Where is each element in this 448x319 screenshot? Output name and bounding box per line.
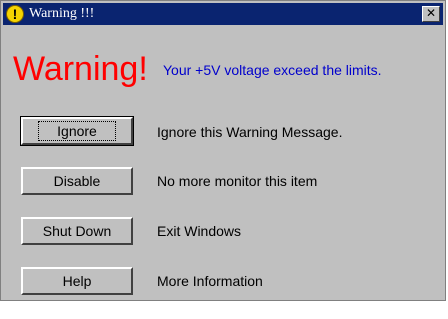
ignore-button[interactable]: Ignore	[20, 116, 134, 146]
ignore-button-label: Ignore	[38, 121, 116, 141]
close-icon[interactable]: ✕	[422, 6, 440, 22]
disable-description: No more monitor this item	[157, 173, 318, 189]
exclamation-icon: !	[6, 5, 24, 23]
help-description: More Information	[157, 273, 263, 289]
warning-message: Your +5V voltage exceed the limits.	[163, 62, 382, 78]
title-bar[interactable]: ! Warning !!! ✕	[3, 3, 443, 25]
warning-dialog: ! Warning !!! ✕ Warning! Your +5V voltag…	[0, 0, 446, 301]
shut-down-description: Exit Windows	[157, 223, 242, 239]
shut-down-button[interactable]: Shut Down	[21, 217, 133, 245]
help-button[interactable]: Help	[21, 267, 133, 295]
window-title: Warning !!!	[29, 6, 95, 21]
warning-headline: Warning!	[13, 50, 148, 88]
disable-button[interactable]: Disable	[21, 167, 133, 195]
ignore-description: Ignore this Warning Message.	[157, 124, 343, 140]
